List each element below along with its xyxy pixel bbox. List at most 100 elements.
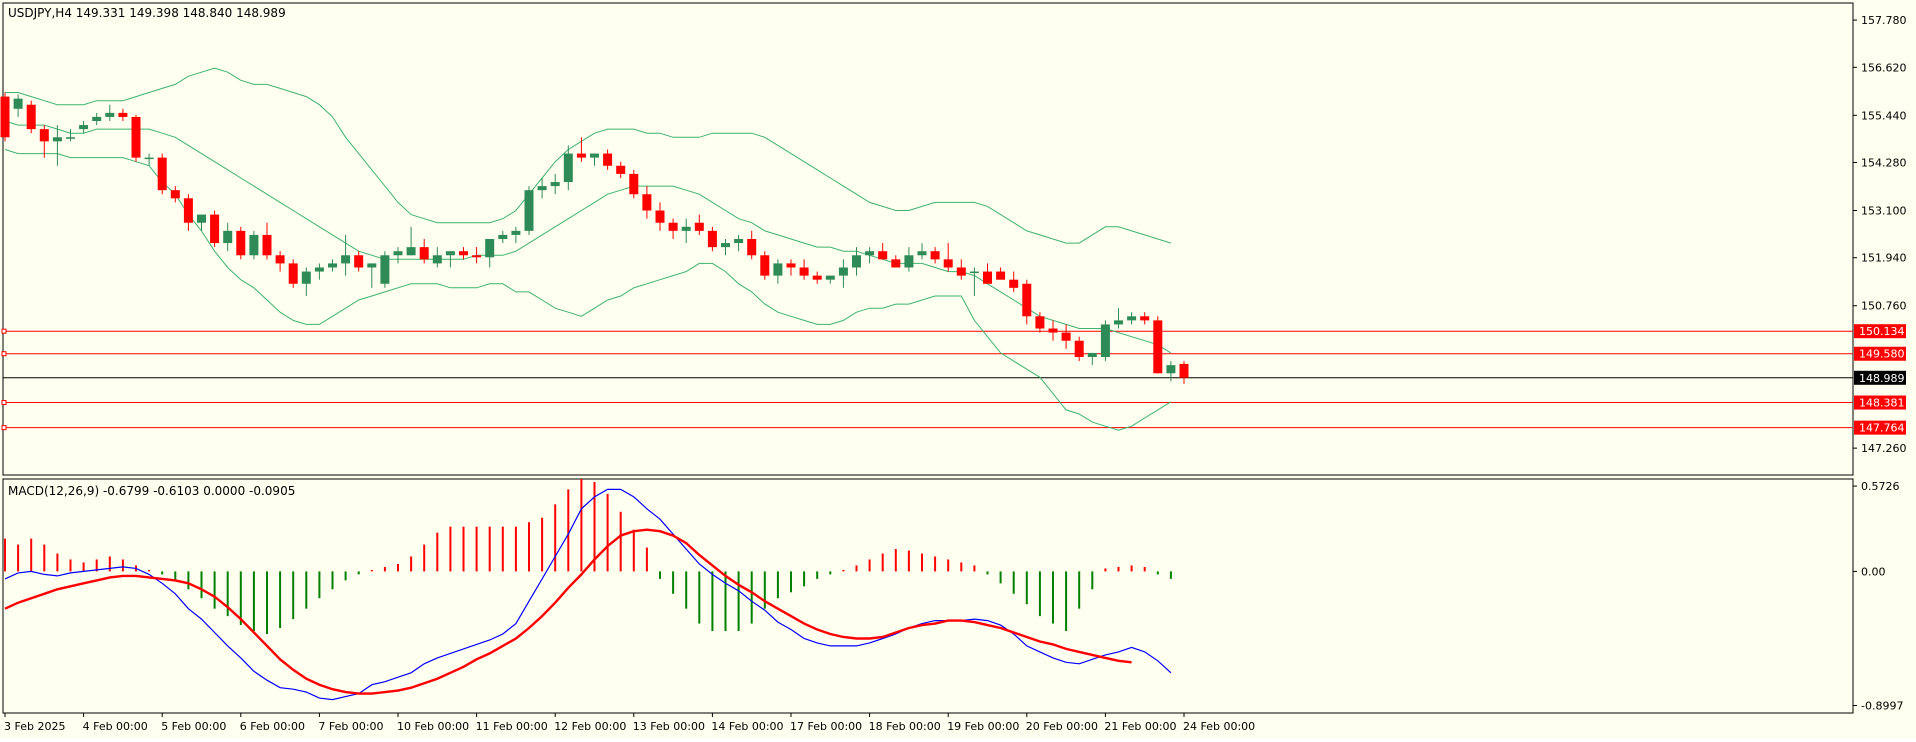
candle-body bbox=[537, 186, 547, 191]
candle-body bbox=[786, 263, 796, 268]
candle-body bbox=[1114, 320, 1123, 325]
candle[interactable] bbox=[210, 210, 220, 248]
candle[interactable] bbox=[524, 186, 534, 235]
symbol-header: USDJPY,H4 149.331 149.398 148.840 148.98… bbox=[8, 6, 286, 20]
x-tick-label: 18 Feb 00:00 bbox=[869, 720, 941, 733]
candle-body bbox=[694, 222, 704, 231]
level-tag-label: 149.580 bbox=[1859, 348, 1905, 361]
candle-body bbox=[485, 239, 495, 258]
candle-body bbox=[996, 271, 1006, 280]
macd-y-tick-label: 0.00 bbox=[1861, 565, 1886, 578]
y-tick-label: 156.620 bbox=[1861, 61, 1907, 74]
candle[interactable] bbox=[236, 226, 246, 260]
x-tick-label: 19 Feb 00:00 bbox=[947, 720, 1019, 733]
candle-body bbox=[852, 255, 861, 268]
candle[interactable] bbox=[131, 114, 141, 162]
candle[interactable] bbox=[760, 251, 770, 280]
candle-body bbox=[170, 190, 180, 199]
candle-body bbox=[79, 125, 89, 130]
candle-body bbox=[498, 234, 508, 239]
candle-body bbox=[930, 251, 940, 260]
candle-body bbox=[157, 157, 167, 191]
candle-body bbox=[878, 251, 888, 260]
candle-body bbox=[1127, 316, 1137, 321]
candle-body bbox=[52, 137, 62, 142]
candle[interactable] bbox=[629, 169, 639, 199]
candle-body bbox=[144, 157, 154, 160]
candle-body bbox=[301, 271, 311, 284]
candle-body bbox=[328, 263, 337, 268]
candle-body bbox=[891, 259, 901, 268]
candle-body bbox=[563, 153, 573, 183]
x-tick-label: 7 Feb 00:00 bbox=[318, 720, 383, 733]
candle-body bbox=[524, 190, 534, 231]
candle-body bbox=[721, 243, 730, 248]
candle-body bbox=[511, 230, 521, 235]
candle-body bbox=[799, 267, 809, 276]
candle[interactable] bbox=[249, 230, 259, 260]
candle[interactable] bbox=[288, 259, 298, 288]
candle[interactable] bbox=[157, 153, 167, 195]
candle-body bbox=[262, 234, 272, 256]
candle-body bbox=[838, 267, 848, 276]
level-handle[interactable] bbox=[1, 425, 7, 431]
chart-window[interactable]: 157.780 156.620 155.440 154.280 153.100 151.9… bbox=[0, 0, 1916, 738]
current-price-label: 148.989 bbox=[1859, 372, 1905, 385]
level-tag-label: 147.764 bbox=[1859, 422, 1905, 435]
candle-body bbox=[66, 137, 75, 139]
candle-body bbox=[236, 230, 246, 256]
candle[interactable] bbox=[1153, 316, 1163, 374]
candle-body bbox=[1022, 283, 1032, 317]
y-tick-label: 155.440 bbox=[1861, 109, 1907, 122]
candle-body bbox=[393, 251, 403, 256]
candle-body bbox=[825, 275, 835, 280]
level-handle[interactable] bbox=[1, 400, 7, 406]
candle-body bbox=[367, 263, 377, 268]
x-tick-label: 14 Feb 00:00 bbox=[711, 720, 783, 733]
candle-body bbox=[39, 129, 49, 142]
candle[interactable] bbox=[1100, 320, 1110, 362]
candle-body bbox=[1166, 365, 1176, 374]
y-tick-label: 157.780 bbox=[1861, 14, 1907, 27]
y-tick-label: 154.280 bbox=[1861, 157, 1907, 170]
x-tick-label: 12 Feb 00:00 bbox=[554, 720, 626, 733]
candle-body bbox=[197, 214, 206, 223]
candle-body bbox=[13, 98, 23, 109]
candle-body bbox=[904, 255, 914, 268]
y-tick-label: 151.940 bbox=[1861, 252, 1907, 265]
candle-body bbox=[681, 226, 691, 231]
chart-canvas[interactable]: 157.780 156.620 155.440 154.280 153.100 151.9… bbox=[0, 0, 1916, 738]
level-handle[interactable] bbox=[1, 328, 7, 334]
candle[interactable] bbox=[380, 251, 390, 288]
candle-body bbox=[406, 247, 416, 256]
candle-body bbox=[314, 267, 324, 272]
candle-body bbox=[865, 251, 875, 256]
candle-body bbox=[288, 263, 298, 284]
candle-body bbox=[105, 112, 115, 117]
candle-body bbox=[459, 251, 468, 256]
candle-body bbox=[445, 251, 455, 256]
candle[interactable] bbox=[26, 100, 36, 134]
candle-body bbox=[1009, 279, 1019, 288]
x-tick-label: 6 Feb 00:00 bbox=[240, 720, 305, 733]
candle-body bbox=[956, 267, 966, 276]
candle-body bbox=[969, 271, 979, 274]
candle-body bbox=[354, 255, 364, 268]
candle-body bbox=[1140, 316, 1150, 321]
x-tick-label: 10 Feb 00:00 bbox=[397, 720, 469, 733]
candle-body bbox=[380, 255, 390, 284]
level-handle[interactable] bbox=[1, 351, 7, 357]
candle-body bbox=[223, 230, 233, 244]
candle-body bbox=[603, 153, 613, 166]
candle-body bbox=[747, 239, 757, 256]
candle[interactable] bbox=[0, 92, 10, 142]
candle-body bbox=[118, 112, 128, 117]
candle-body bbox=[734, 239, 744, 244]
candle-body bbox=[773, 263, 783, 276]
y-tick-label: 150.760 bbox=[1861, 300, 1907, 313]
x-tick-label: 11 Feb 00:00 bbox=[476, 720, 548, 733]
candle-body bbox=[616, 165, 626, 174]
candle-body bbox=[655, 210, 665, 223]
candle-body bbox=[1153, 320, 1163, 374]
macd-header: MACD(12,26,9) -0.6799 -0.6103 0.0000 -0.… bbox=[8, 484, 295, 498]
